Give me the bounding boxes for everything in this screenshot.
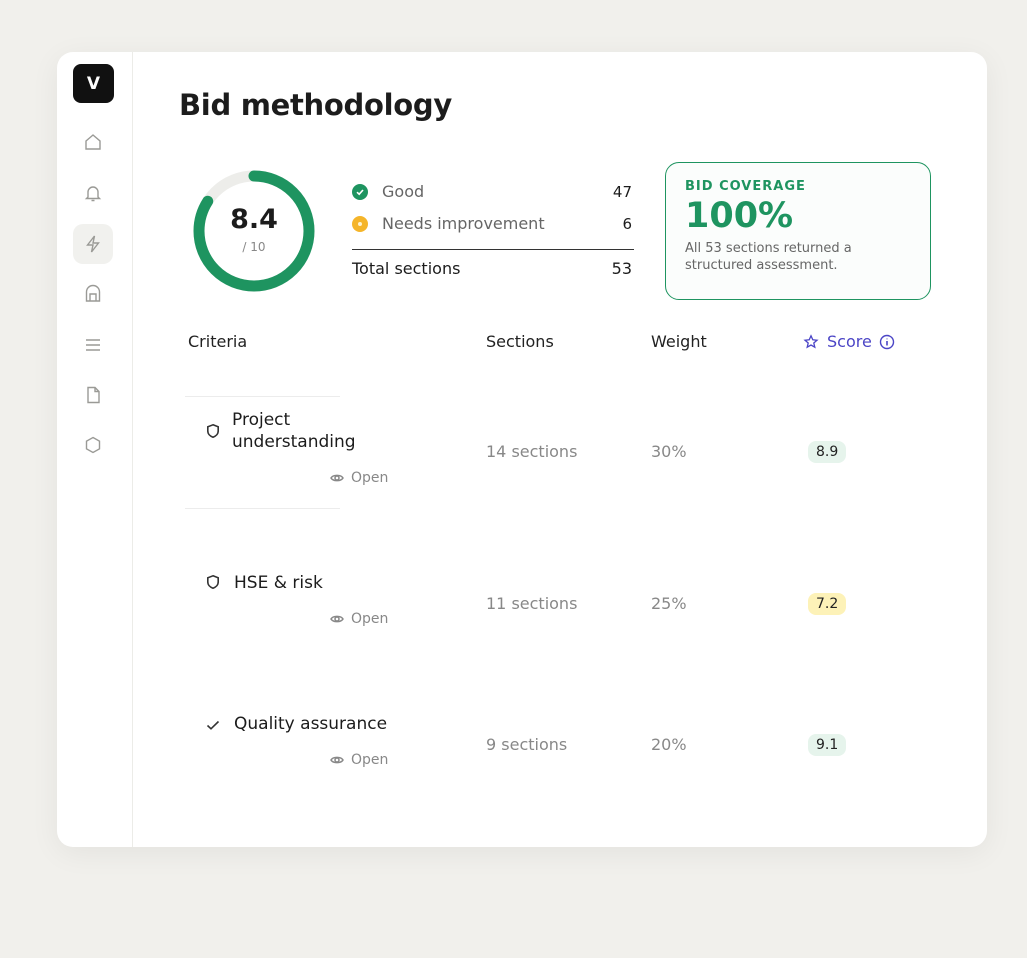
app-logo[interactable]: V bbox=[73, 64, 114, 103]
shield-icon bbox=[205, 574, 221, 590]
open-link[interactable]: Open bbox=[330, 470, 388, 486]
open-link[interactable]: Open bbox=[330, 752, 388, 768]
sections-cell: 14 sections bbox=[486, 442, 578, 461]
home-icon[interactable] bbox=[73, 122, 113, 162]
legend-needs-count: 6 bbox=[622, 214, 632, 233]
eye-icon bbox=[330, 756, 344, 764]
legend-total: Total sections 53 bbox=[352, 259, 632, 278]
criteria-card-hse-risk[interactable] bbox=[185, 552, 340, 647]
header-criteria: Criteria bbox=[188, 332, 248, 351]
legend-good-count: 47 bbox=[612, 182, 632, 201]
gauge-value: 8.4 bbox=[230, 204, 278, 235]
criteria-card-quality-assurance[interactable] bbox=[185, 697, 340, 792]
shield-icon bbox=[205, 423, 221, 439]
hexagon-icon[interactable] bbox=[73, 425, 113, 465]
coverage-value: 100% bbox=[685, 196, 794, 236]
score-badge: 7.2 bbox=[808, 593, 847, 615]
legend-needs-improvement: Needs improvement 6 bbox=[352, 214, 632, 233]
gauge-max: / 10 bbox=[242, 240, 266, 254]
coverage-label: BID COVERAGE bbox=[685, 179, 806, 194]
sidebar: V bbox=[57, 52, 133, 847]
open-link[interactable]: Open bbox=[330, 611, 388, 627]
document-icon[interactable] bbox=[73, 375, 113, 415]
open-label: Open bbox=[351, 611, 389, 627]
legend-good-label: Good bbox=[382, 182, 425, 201]
sections-cell: 9 sections bbox=[486, 735, 568, 754]
legend-needs-label: Needs improvement bbox=[382, 214, 545, 233]
main-card: V Bid methodology 8.4 / 10 Good 47 Needs… bbox=[57, 52, 987, 847]
total-label: Total sections bbox=[352, 259, 461, 278]
archive-icon[interactable] bbox=[73, 274, 113, 314]
eye-icon bbox=[330, 615, 344, 623]
weight-cell: 20% bbox=[651, 735, 687, 754]
page-title: Bid methodology bbox=[179, 88, 452, 122]
legend-divider bbox=[352, 249, 634, 250]
header-score-label: Score bbox=[827, 332, 872, 351]
bell-icon[interactable] bbox=[73, 173, 113, 213]
sections-cell: 11 sections bbox=[486, 594, 578, 613]
lightning-icon[interactable] bbox=[73, 224, 113, 264]
info-icon[interactable] bbox=[879, 334, 895, 350]
criteria-label: Project understanding bbox=[232, 410, 356, 452]
score-badge: 8.9 bbox=[808, 441, 847, 463]
star-icon bbox=[803, 333, 819, 349]
open-label: Open bbox=[351, 470, 389, 486]
weight-cell: 25% bbox=[651, 594, 687, 613]
menu-icon[interactable] bbox=[73, 325, 113, 365]
total-count: 53 bbox=[611, 259, 632, 278]
score-badge: 9.1 bbox=[808, 734, 847, 756]
legend-good: Good 47 bbox=[352, 182, 632, 201]
header-sections: Sections bbox=[486, 332, 554, 351]
coverage-description: All 53 sections returned a structured as… bbox=[685, 241, 852, 273]
warning-dot-icon bbox=[352, 215, 368, 232]
bid-coverage-card: BID COVERAGE 100% All 53 sections return… bbox=[665, 162, 931, 300]
criteria-label: HSE & risk bbox=[234, 573, 323, 593]
header-weight: Weight bbox=[651, 332, 707, 351]
check-circle-icon bbox=[352, 183, 368, 200]
criteria-label: Quality assurance bbox=[234, 714, 388, 734]
open-label: Open bbox=[351, 752, 389, 768]
eye-icon bbox=[330, 474, 344, 482]
check-icon bbox=[205, 717, 221, 733]
weight-cell: 30% bbox=[651, 442, 687, 461]
header-score[interactable]: Score bbox=[803, 332, 895, 351]
